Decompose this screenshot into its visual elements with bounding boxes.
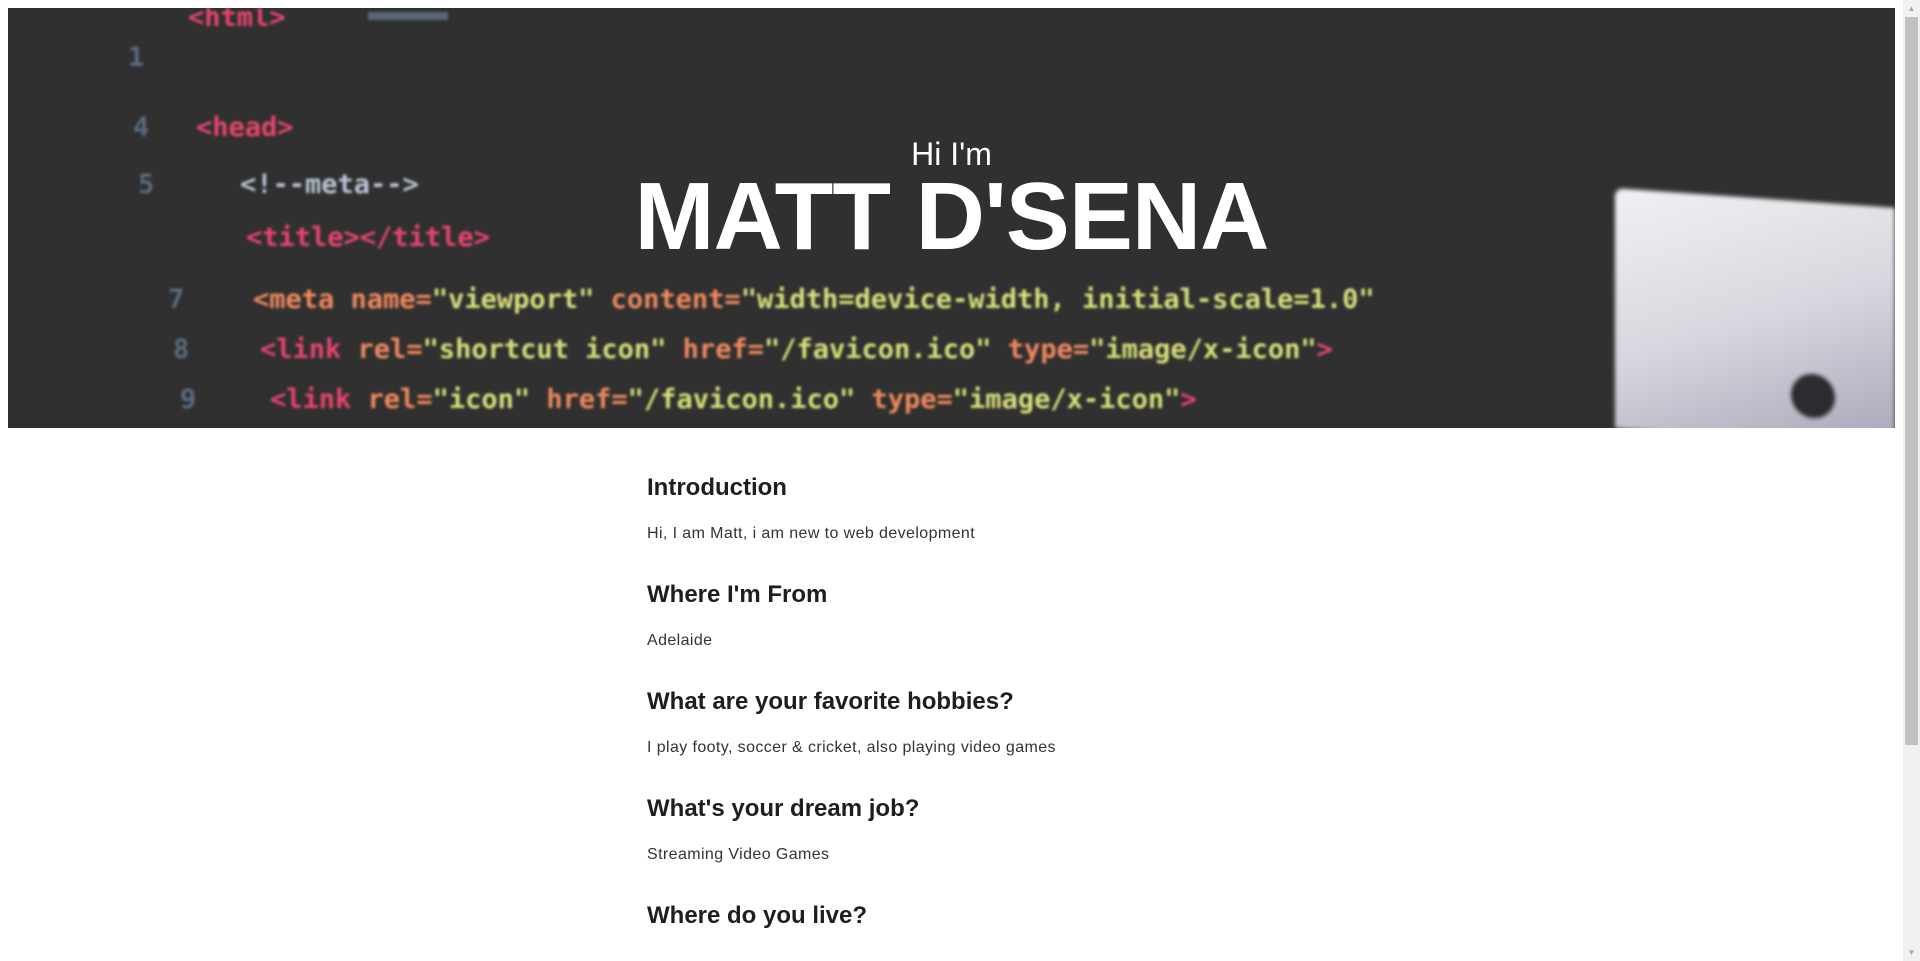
section-heading: Introduction bbox=[647, 474, 787, 501]
hero-name: MATT D'SENA bbox=[634, 163, 1270, 270]
svg-text:<link rel="icon" href="/favico: <link rel="icon" href="/favicon.ico" typ… bbox=[270, 384, 1197, 415]
section-where-from: Where I'm From Adelaide bbox=[647, 581, 1347, 651]
monitor-dot bbox=[1791, 372, 1835, 420]
svg-text:7: 7 bbox=[168, 284, 184, 315]
section-heading: What are your favorite hobbies? bbox=[647, 688, 1014, 715]
section-heading: Where I'm From bbox=[647, 581, 828, 608]
page: <html> 1 4 <head> 5 <!--meta--> <title><… bbox=[0, 0, 1902, 961]
main-content: Introduction Hi, I am Matt, i am new to … bbox=[647, 474, 1347, 961]
section-where-live: Where do you live? bbox=[647, 902, 1347, 930]
svg-text:<html>: <html> bbox=[188, 8, 286, 33]
hero-banner: <html> 1 4 <head> 5 <!--meta--> <title><… bbox=[8, 8, 1895, 428]
scrollbar-thumb[interactable] bbox=[1905, 17, 1918, 745]
scroll-up-arrow-icon[interactable]: ▲ bbox=[1903, 0, 1920, 17]
svg-text:<link rel="shortcut icon" href: <link rel="shortcut icon" href="/favicon… bbox=[260, 334, 1333, 365]
svg-text:9: 9 bbox=[180, 384, 196, 415]
svg-text:1: 1 bbox=[128, 42, 144, 73]
section-introduction: Introduction Hi, I am Matt, i am new to … bbox=[647, 474, 1347, 544]
section-text: Hi, I am Matt, i am new to web developme… bbox=[647, 525, 976, 542]
svg-text:8: 8 bbox=[173, 334, 189, 365]
section-heading: Where do you live? bbox=[647, 902, 868, 929]
section-dream-job: What's your dream job? Streaming Video G… bbox=[647, 795, 1347, 865]
section-hobbies: What are your favorite hobbies? I play f… bbox=[647, 688, 1347, 758]
section-text: I play footy, soccer & cricket, also pla… bbox=[647, 739, 1056, 756]
section-text: Streaming Video Games bbox=[647, 846, 830, 863]
section-heading: What's your dream job? bbox=[647, 795, 920, 822]
hero-text: Hi I'm MATT D'SENA bbox=[8, 136, 1895, 270]
vertical-scrollbar[interactable]: ▲ ▼ bbox=[1903, 0, 1920, 961]
scroll-down-arrow-icon[interactable]: ▼ bbox=[1903, 944, 1920, 961]
svg-text:<meta name="viewport" content=: <meta name="viewport" content="width=dev… bbox=[253, 284, 1375, 315]
section-text: Adelaide bbox=[647, 632, 713, 649]
